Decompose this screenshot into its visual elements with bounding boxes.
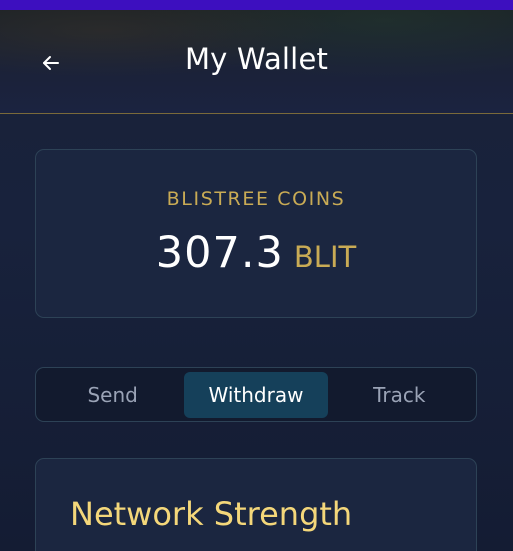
tab-withdraw[interactable]: Withdraw xyxy=(184,371,328,418)
wallet-screen: My Wallet BLISTREE COINS 307.3 BLIT Send … xyxy=(0,0,513,551)
page-title: My Wallet xyxy=(184,42,329,76)
network-strength-card: Network Strength xyxy=(35,458,477,551)
tab-track[interactable]: Track xyxy=(328,372,471,418)
balance-amount-row: 307.3 BLIT xyxy=(36,228,476,278)
wallet-tabs: Send Withdraw Track xyxy=(35,367,477,422)
tab-send[interactable]: Send xyxy=(41,372,184,418)
status-bar-strip xyxy=(0,0,513,10)
balance-amount: 307.3 xyxy=(155,228,284,278)
balance-unit: BLIT xyxy=(293,240,357,274)
balance-card: BLISTREE COINS 307.3 BLIT xyxy=(35,149,477,318)
coin-label: BLISTREE COINS xyxy=(166,188,346,210)
network-strength-title: Network Strength xyxy=(70,495,353,533)
app-header: My Wallet xyxy=(0,10,513,114)
